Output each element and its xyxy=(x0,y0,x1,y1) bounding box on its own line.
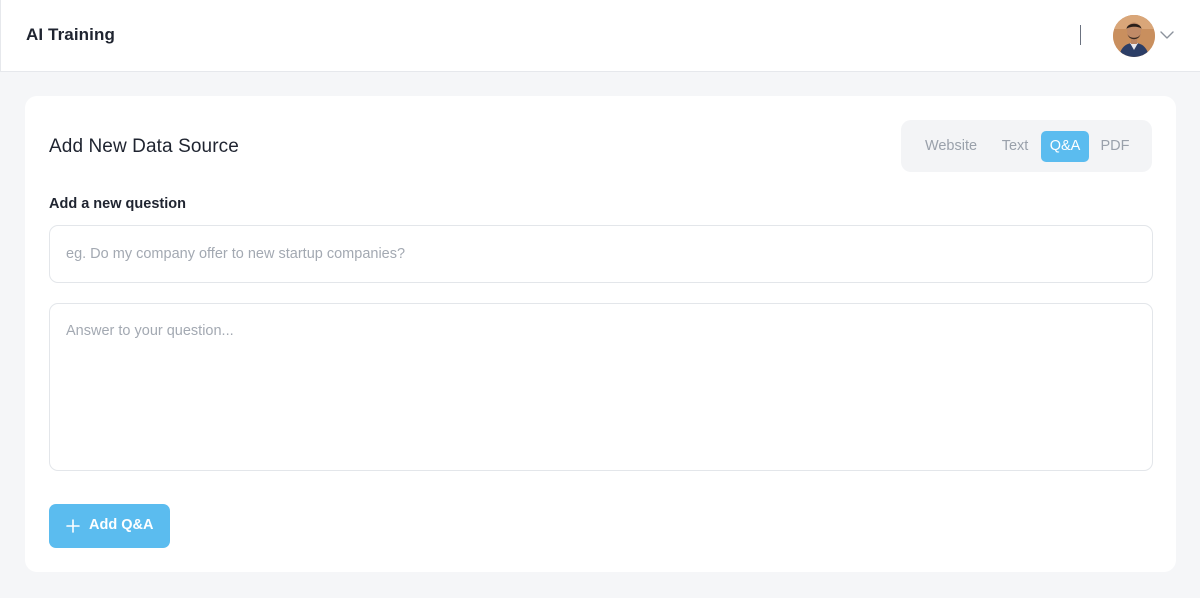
source-type-tabs: Website Text Q&A PDF xyxy=(901,120,1152,172)
chevron-down-icon[interactable] xyxy=(1158,26,1176,44)
tab-text[interactable]: Text xyxy=(991,131,1039,162)
plus-icon xyxy=(65,518,81,534)
tab-qa[interactable]: Q&A xyxy=(1041,131,1089,162)
question-input[interactable] xyxy=(49,225,1153,283)
add-qa-button-label: Add Q&A xyxy=(89,517,154,533)
avatar-image xyxy=(1113,15,1155,57)
app-title: AI Training xyxy=(26,25,115,44)
user-avatar[interactable] xyxy=(1113,15,1155,57)
question-label: Add a new question xyxy=(49,196,186,212)
tab-website[interactable]: Website xyxy=(919,131,983,162)
card-title: Add New Data Source xyxy=(49,136,239,157)
top-bar: AI Training xyxy=(0,0,1200,72)
header-divider xyxy=(1080,25,1081,45)
data-source-card: Add New Data Source Website Text Q&A PDF… xyxy=(25,96,1176,572)
add-qa-button[interactable]: Add Q&A xyxy=(49,504,170,548)
tab-pdf[interactable]: PDF xyxy=(1093,131,1137,162)
answer-textarea[interactable] xyxy=(49,303,1153,471)
